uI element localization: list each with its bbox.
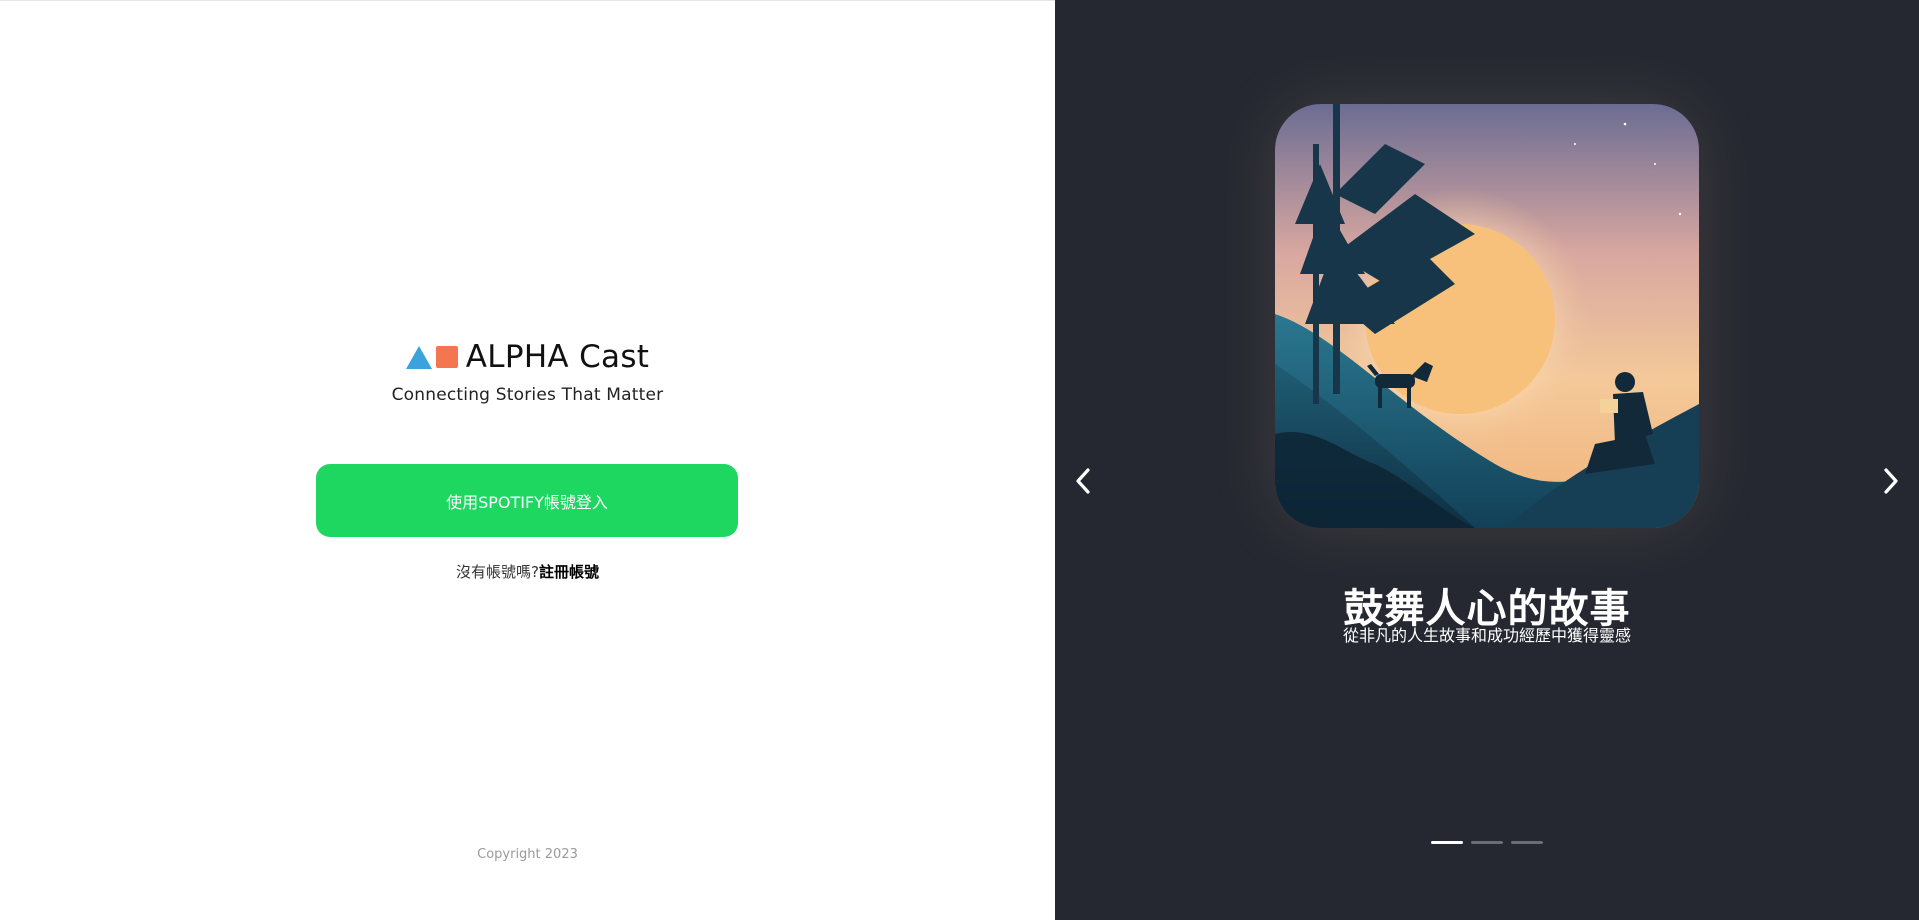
carousel-prev-button[interactable] [1068, 466, 1098, 496]
spotify-login-label: 使用SPOTIFY帳號登入 [446, 492, 608, 512]
carousel-next-button[interactable] [1876, 466, 1906, 496]
square-logo-icon [435, 346, 458, 368]
app-tagline: Connecting Stories That Matter [391, 385, 664, 405]
carousel-dot-3[interactable] [1511, 841, 1543, 844]
sunset-reader-illustration [1275, 104, 1699, 528]
spotify-login-button[interactable]: 使用SPOTIFY帳號登入 [316, 464, 738, 537]
triangle-logo-icon [405, 345, 432, 369]
signup-prompt: 沒有帳號嗎?註冊帳號 [0, 561, 1055, 582]
app-name: ALPHA Cast [465, 339, 650, 375]
alpha-cast-logo [405, 345, 458, 369]
brand-header: ALPHA Cast [0, 339, 1055, 375]
login-page: ALPHA Cast Connecting Stories That Matte… [0, 0, 1919, 920]
promo-carousel: 鼓舞人心的故事 從非凡的人生故事和成功經歷中獲得靈感 [1055, 0, 1919, 920]
copyright-text: Copyright 2023 [477, 847, 578, 862]
slide-subtitle: 從非凡的人生故事和成功經歷中獲得靈感 [1342, 626, 1631, 645]
no-account-text: 沒有帳號嗎? [456, 563, 539, 581]
chevron-right-icon [1884, 468, 1898, 494]
carousel-dot-1[interactable] [1431, 841, 1463, 844]
signup-link[interactable]: 註冊帳號 [539, 563, 599, 581]
carousel-dot-2[interactable] [1471, 841, 1503, 844]
chevron-left-icon [1076, 468, 1090, 494]
slide-illustration [1275, 104, 1699, 528]
login-panel: ALPHA Cast Connecting Stories That Matte… [0, 0, 1055, 920]
carousel-pagination [1055, 841, 1919, 844]
